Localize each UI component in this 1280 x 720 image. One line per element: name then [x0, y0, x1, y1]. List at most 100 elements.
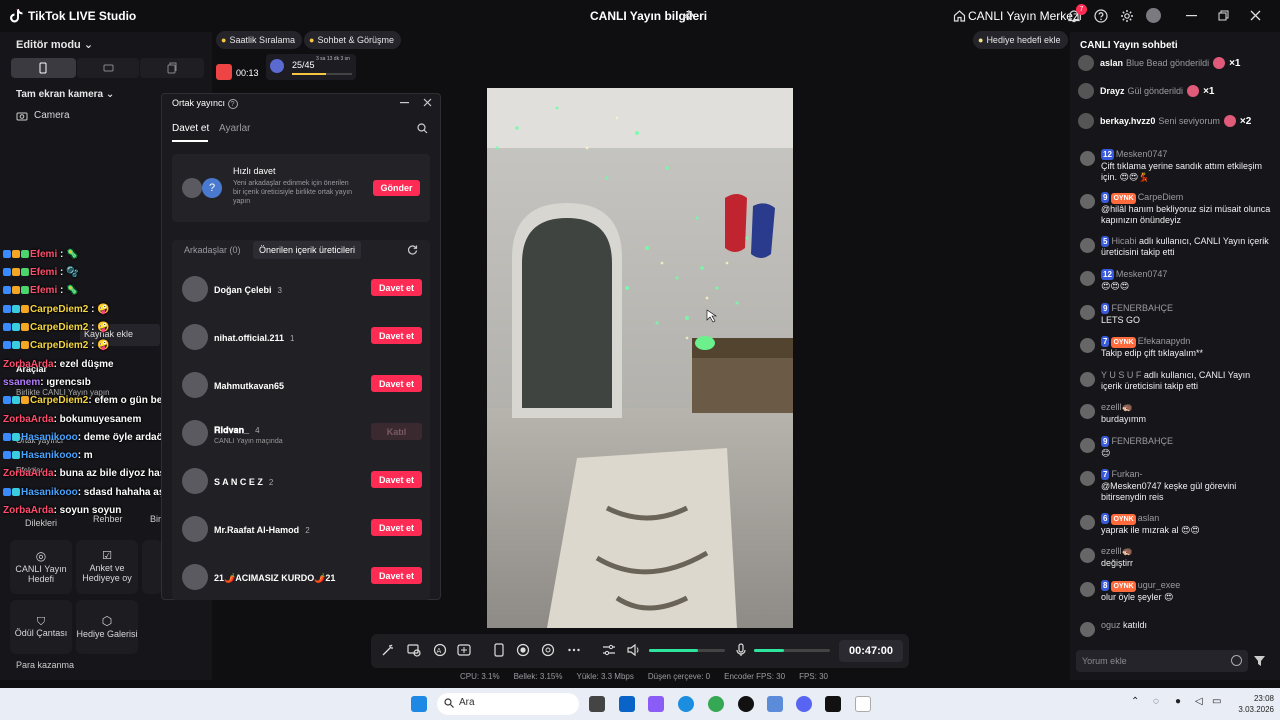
poll-card[interactable]: ☑ Anket ve Hediyeye oy [76, 540, 138, 594]
chat-user[interactable]: ezelll🦔 [1101, 546, 1133, 556]
chat-user[interactable]: FENERBAHÇE [1111, 436, 1173, 446]
tray-chevron-up-icon[interactable]: ⌃ [1131, 696, 1139, 707]
other-tool[interactable]: Bir [150, 514, 161, 524]
copilot-icon[interactable] [648, 696, 664, 712]
user-avatar[interactable] [182, 420, 208, 446]
layout-landscape-button[interactable] [77, 58, 139, 78]
source-camera[interactable]: Camera [16, 110, 70, 121]
live-center-link[interactable]: CANLI Yayın Merkezi [968, 9, 1082, 23]
home-icon[interactable] [953, 9, 966, 22]
scene-dropdown[interactable]: Tam ekran kamera ⌄ [16, 89, 114, 100]
settings-gear-icon[interactable] [1120, 9, 1134, 23]
filter-icon[interactable] [1254, 656, 1265, 666]
hourly-ranking-chip[interactable]: ● Saatlik Sıralama [216, 31, 302, 49]
obs-icon[interactable] [738, 696, 754, 712]
record-icon[interactable] [516, 643, 532, 659]
effects-icon[interactable]: A [433, 643, 449, 659]
mic-volume-slider[interactable] [754, 649, 830, 652]
close-popup-icon[interactable] [423, 98, 432, 107]
invite-button[interactable]: Davet et [371, 471, 422, 488]
tab-settings[interactable]: Ayarlar [219, 123, 251, 134]
phone-icon[interactable] [492, 643, 508, 659]
help-icon[interactable] [1094, 9, 1108, 23]
suggested-tab[interactable]: Önerilen içerik üreticileri [253, 241, 362, 259]
send-button[interactable]: Gönder [373, 180, 420, 196]
chat-user[interactable]: Mesken0747 [1116, 269, 1168, 279]
chat-user[interactable]: Y U S U F [1101, 370, 1141, 380]
tray-mic-icon[interactable]: ● [1175, 696, 1181, 707]
chat-user[interactable]: oguz [1101, 620, 1121, 630]
task-view-icon[interactable] [589, 696, 605, 712]
speaker-volume-slider[interactable] [649, 649, 725, 652]
chat-user[interactable]: Furkan- [1111, 469, 1142, 479]
share-icon[interactable] [682, 10, 694, 22]
chat-user[interactable]: FENERBAHÇE [1111, 303, 1173, 313]
user-avatar[interactable] [182, 276, 208, 302]
chat-user[interactable]: Hicabi [1111, 236, 1136, 246]
restore-icon[interactable] [1218, 10, 1229, 21]
gift-gallery-card[interactable]: ⬡ Hediye Galerisi [76, 600, 138, 654]
tiktok-live-taskbar-icon[interactable] [825, 696, 841, 712]
invite-button[interactable]: Davet et [371, 567, 422, 584]
settings-app-icon[interactable] [767, 696, 783, 712]
comment-input[interactable]: Yorum ekle [1076, 650, 1248, 672]
chat-meet-chip[interactable]: ● Sohbet & Görüşme [304, 31, 401, 49]
close-window-icon[interactable] [1250, 10, 1261, 21]
minimize-icon[interactable] [1186, 15, 1197, 17]
microphone-icon[interactable] [734, 643, 750, 659]
invite-button[interactable]: Davet et [371, 279, 422, 296]
taskbar-search[interactable]: Ara [437, 693, 579, 715]
screenshot-icon[interactable] [541, 643, 557, 659]
chat-user[interactable]: CarpeDiem [1138, 192, 1184, 202]
editor-mode-dropdown[interactable]: Editör modu ⌄ [16, 38, 93, 51]
progress-widget[interactable]: 25/45 3 sa 13 dk 3 sn [266, 54, 356, 80]
windows-start-icon[interactable] [411, 696, 427, 712]
chat-user[interactable]: ugur_exee [1138, 580, 1181, 590]
profile-avatar[interactable] [1146, 8, 1161, 23]
live-goal-card[interactable]: ◎ CANLI Yayın Hedefi [10, 540, 72, 594]
user-avatar[interactable] [182, 372, 208, 398]
overlay-icon[interactable] [457, 643, 473, 659]
tab-invite[interactable]: Davet et [172, 123, 209, 134]
battery-icon[interactable]: ▭ [1212, 696, 1221, 707]
chrome-icon[interactable] [708, 696, 724, 712]
clock[interactable]: 23:08 3.03.2026 [1226, 693, 1274, 715]
chat-user[interactable]: Efekanapydn [1138, 336, 1191, 346]
search-icon[interactable] [417, 123, 428, 134]
layout-dual-button[interactable] [140, 58, 204, 78]
invite-button[interactable]: Davet et [371, 327, 422, 344]
edge-icon[interactable] [678, 696, 694, 712]
info-icon[interactable]: ? [227, 99, 238, 109]
network-icon[interactable]: ◌ [1153, 696, 1159, 707]
user-avatar[interactable] [182, 564, 208, 590]
join-button[interactable]: Katıl [371, 423, 422, 440]
user-avatar[interactable] [182, 324, 208, 350]
wishes-tool[interactable]: Dilekleri [25, 518, 57, 528]
refresh-icon[interactable] [407, 244, 418, 255]
chat-user[interactable]: ezelll🦔 [1101, 402, 1133, 412]
invite-button[interactable]: Davet et [371, 519, 422, 536]
gift-goal-chip[interactable]: ● Hediye hedefi ekle [973, 31, 1068, 49]
discord-icon[interactable] [796, 696, 812, 712]
speaker-icon[interactable] [627, 643, 643, 659]
beauty-filter-icon[interactable] [407, 643, 423, 659]
user-avatar[interactable] [182, 468, 208, 494]
more-card[interactable] [142, 540, 162, 594]
friends-tab[interactable]: Arkadaşlar (0) [184, 245, 241, 255]
chat-user[interactable]: Mesken0747 [1116, 149, 1168, 159]
audio-settings-icon[interactable] [602, 643, 618, 659]
invite-button[interactable]: Davet et [371, 375, 422, 392]
outlook-icon[interactable] [619, 696, 635, 712]
gift-box-icon[interactable] [216, 64, 232, 80]
emoji-icon[interactable] [1231, 655, 1242, 666]
reward-bag-card[interactable]: ⛉ Ödül Çantası [10, 600, 72, 654]
emoji-sticker-icon: 🤪 [97, 322, 110, 333]
user-avatar[interactable] [182, 516, 208, 542]
magic-wand-icon[interactable] [381, 643, 397, 659]
layout-portrait-button[interactable] [11, 58, 76, 78]
volume-icon[interactable]: ◁ [1195, 696, 1203, 707]
more-options-icon[interactable] [567, 643, 583, 659]
chat-user[interactable]: aslan [1138, 513, 1160, 523]
notepad-icon[interactable] [855, 696, 871, 712]
minimize-popup-icon[interactable] [400, 102, 409, 104]
